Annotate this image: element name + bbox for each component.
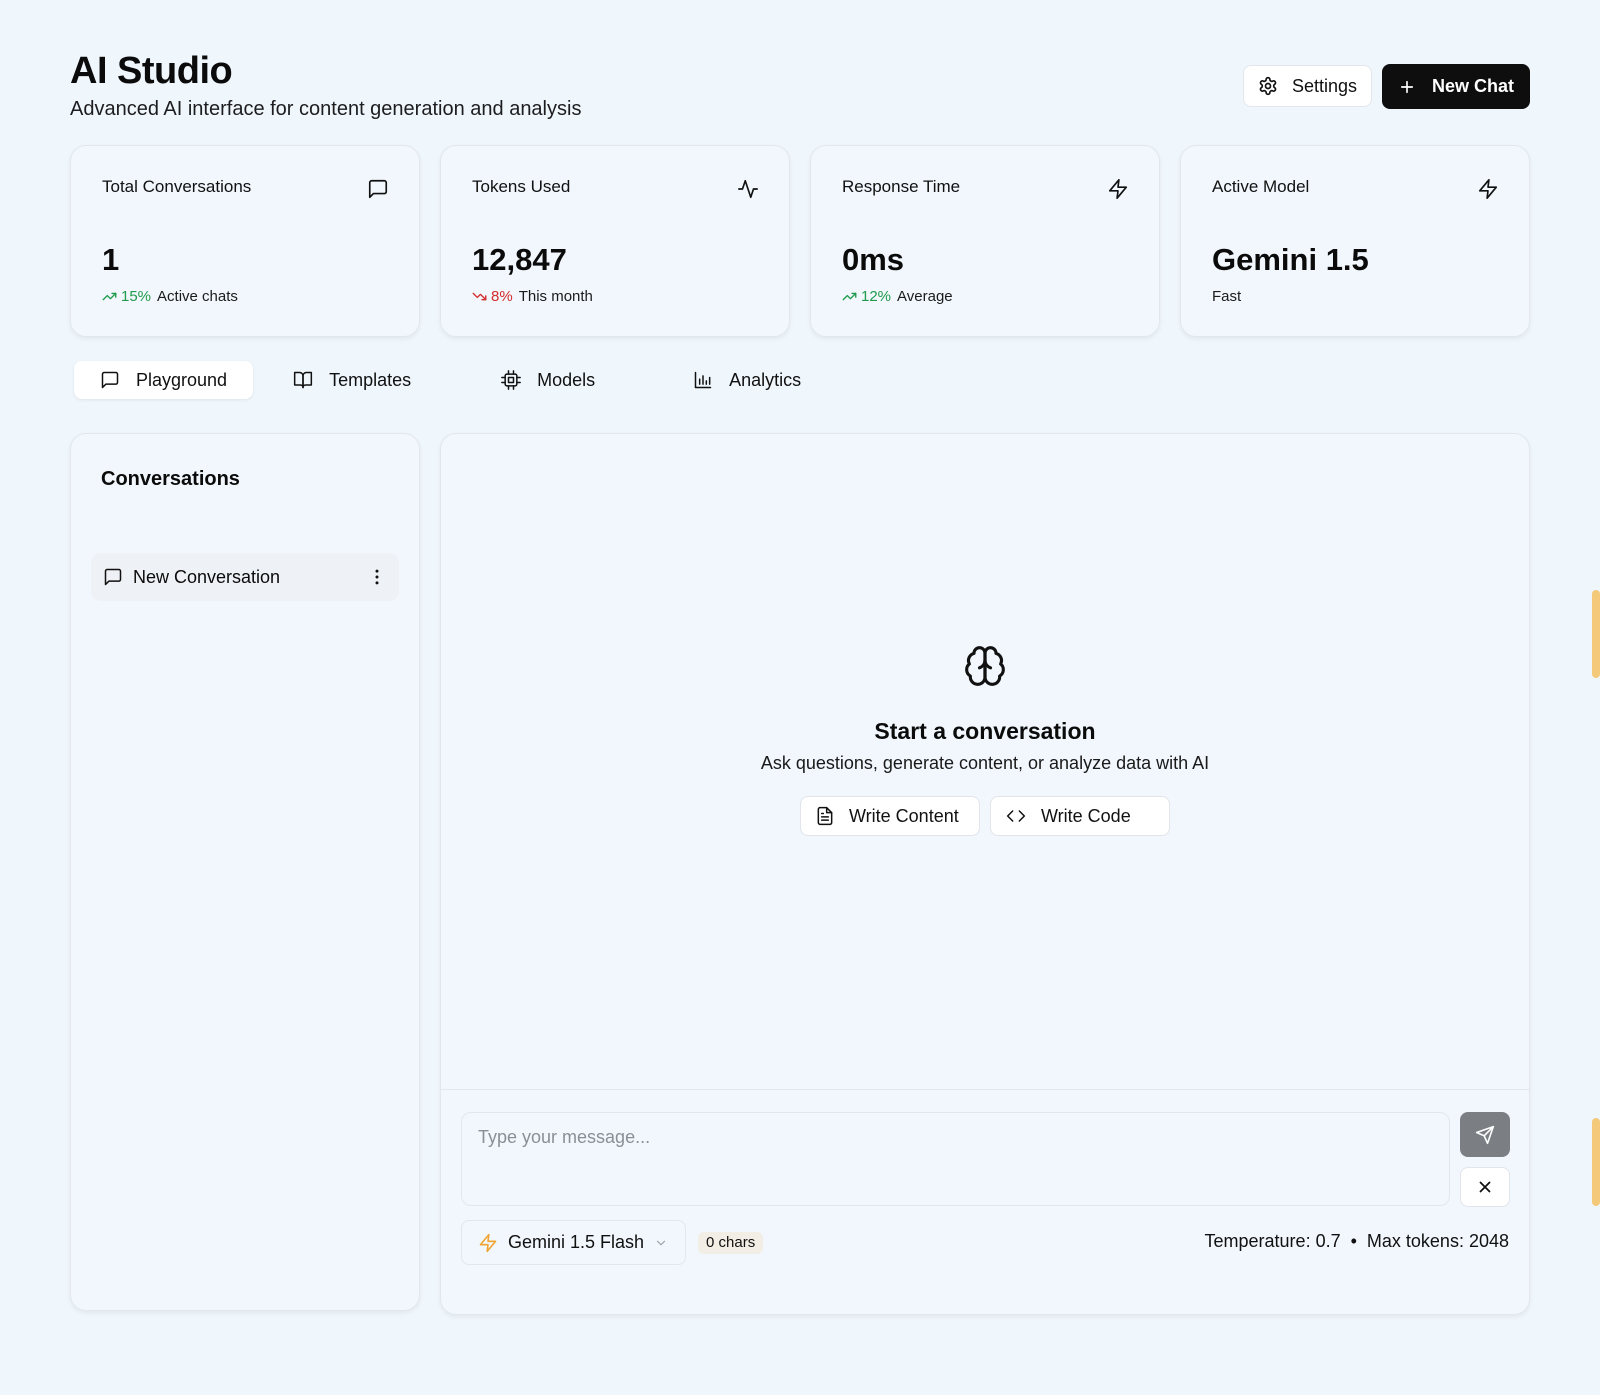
write-code-button[interactable]: Write Code: [990, 796, 1170, 836]
code-icon: [1006, 810, 1026, 822]
zap-icon: [479, 1233, 497, 1252]
zap-icon: [1108, 179, 1128, 199]
temperature-value: Temperature: 0.7: [1204, 1231, 1341, 1251]
clear-button[interactable]: [1460, 1167, 1510, 1207]
activity-icon: [738, 179, 758, 199]
stat-card-tokens-used: Tokens Used 12,847 8% This month: [440, 145, 790, 337]
new-chat-label: New Chat: [1431, 76, 1514, 96]
char-count-badge: 0 chars: [698, 1232, 764, 1254]
header-actions: Settings New Chat: [1242, 64, 1530, 109]
tab-playground[interactable]: Playground: [74, 361, 254, 399]
bar-chart-icon: [694, 371, 712, 389]
tab-label: Templates: [329, 369, 412, 390]
trend-up: 15%: [102, 288, 151, 305]
conversations-panel: Conversations New Conversation: [70, 433, 420, 1311]
trending-down-icon: [472, 292, 487, 301]
tab-label: Models: [537, 369, 596, 390]
model-select-value: Gemini 1.5 Flash: [508, 1232, 645, 1252]
send-button[interactable]: [1460, 1112, 1510, 1157]
list-item[interactable]: New Conversation: [91, 553, 399, 601]
stat-caption: Average: [897, 288, 953, 305]
chat-panel: Start a conversation Ask questions, gene…: [440, 433, 1530, 1315]
stat-value: 12,847: [472, 242, 567, 277]
trend-up: 12%: [842, 288, 891, 305]
stat-caption: This month: [518, 288, 593, 305]
stat-value: 0ms: [842, 242, 905, 277]
tab-templates[interactable]: Templates: [267, 361, 437, 399]
max-tokens-value: Max tokens: 2048: [1366, 1231, 1509, 1251]
quick-actions: Write Content Write Code: [441, 796, 1529, 836]
stat-card-response-time: Response Time 0ms 12% Average: [810, 145, 1160, 337]
conversations-title: Conversations: [101, 468, 240, 490]
stat-value: Gemini 1.5: [1212, 242, 1369, 277]
stat-label: Tokens Used: [472, 177, 571, 196]
conversation-label: New Conversation: [133, 566, 281, 587]
model-params: Temperature: 0.7 • Max tokens: 2048: [1205, 1231, 1509, 1252]
brain-icon: [965, 646, 1005, 686]
stat-sub: 12% Average: [842, 288, 953, 305]
stat-value: 1: [102, 242, 120, 277]
zap-icon: [1478, 179, 1498, 199]
app-subtitle: Advanced AI interface for content genera…: [70, 98, 582, 120]
new-chat-button[interactable]: New Chat: [1381, 64, 1530, 109]
file-text-icon: [817, 806, 833, 826]
stat-sub: 15% Active chats: [102, 288, 238, 305]
tab-bar: Playground Templates Models Analytics: [74, 361, 827, 399]
page: AI Studio Advanced AI interface for cont…: [0, 0, 1600, 1395]
empty-title: Start a conversation: [874, 718, 1096, 744]
plus-icon: [1400, 80, 1414, 93]
tab-label: Analytics: [729, 369, 802, 390]
stat-sub: 8% This month: [472, 288, 593, 305]
trend-value: 8%: [491, 288, 513, 305]
tab-label: Playground: [136, 369, 228, 390]
settings-label: Settings: [1291, 75, 1357, 96]
message-input[interactable]: [461, 1112, 1450, 1206]
stat-card-total-conversations: Total Conversations 1 15% Active chats: [70, 145, 420, 337]
stat-caption: Fast: [1212, 288, 1242, 305]
stat-label: Response Time: [842, 177, 961, 196]
trend-down: 8%: [472, 288, 513, 305]
message-square-icon: [101, 371, 119, 389]
write-content-button[interactable]: Write Content: [800, 796, 980, 836]
write-content-label: Write Content: [849, 805, 959, 826]
tab-models[interactable]: Models: [475, 361, 621, 399]
stat-label: Total Conversations: [102, 177, 252, 196]
settings-button[interactable]: Settings: [1242, 65, 1372, 107]
book-open-icon: [293, 371, 313, 389]
scroll-indicator: [1592, 1118, 1600, 1206]
cpu-icon: [501, 370, 522, 390]
more-vertical-icon[interactable]: [367, 567, 387, 587]
stat-caption: Active chats: [157, 288, 238, 305]
app-title: AI Studio: [70, 50, 233, 92]
params-separator: •: [1350, 1231, 1357, 1251]
model-select[interactable]: Gemini 1.5 Flash: [461, 1220, 686, 1265]
close-icon: [1479, 1181, 1491, 1193]
message-square-icon: [104, 568, 122, 586]
gear-icon: [1259, 76, 1277, 96]
stat-label: Active Model: [1212, 177, 1310, 196]
trend-value: 12%: [861, 288, 892, 305]
composer: Gemini 1.5 Flash 0 chars Temperature: 0.…: [441, 1089, 1529, 1314]
send-icon: [1475, 1125, 1495, 1144]
trend-value: 15%: [121, 288, 152, 305]
stat-sub: Fast: [1212, 288, 1241, 305]
scroll-indicator: [1592, 590, 1600, 678]
trending-up-icon: [842, 292, 857, 301]
message-square-icon: [368, 179, 388, 199]
tab-analytics[interactable]: Analytics: [667, 361, 827, 399]
empty-description: Ask questions, generate content, or anal…: [760, 753, 1210, 773]
chevron-down-icon: [656, 1240, 666, 1245]
write-code-label: Write Code: [1041, 805, 1131, 826]
empty-state: Start a conversation Ask questions, gene…: [441, 644, 1529, 836]
stat-card-active-model: Active Model Gemini 1.5 Fast: [1180, 145, 1530, 337]
trending-up-icon: [102, 292, 117, 301]
stats-row: Total Conversations 1 15% Active chats T…: [70, 145, 1530, 337]
